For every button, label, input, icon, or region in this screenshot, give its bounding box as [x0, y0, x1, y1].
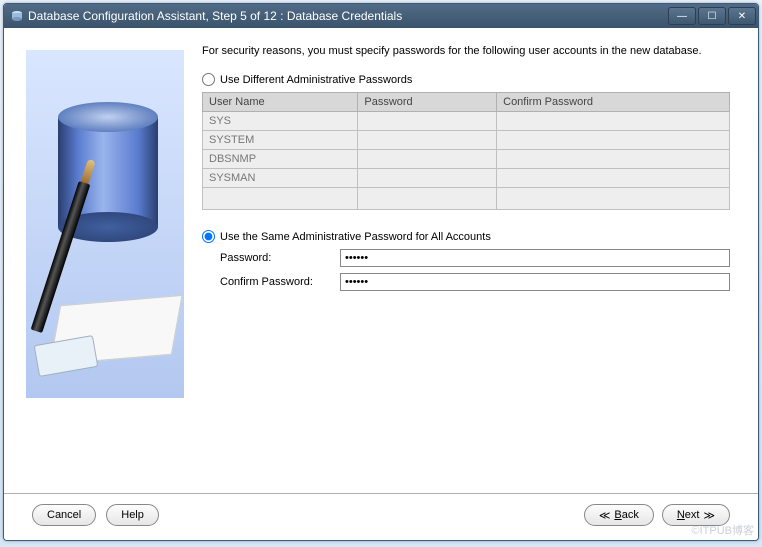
- cell-confirm: [497, 112, 730, 131]
- maximize-button[interactable]: ☐: [698, 7, 726, 25]
- app-icon: [10, 9, 24, 23]
- cell-password: [358, 112, 497, 131]
- table-row: SYSTEM: [203, 131, 730, 150]
- cell-user: SYSMAN: [203, 169, 358, 188]
- cell-user: DBSNMP: [203, 150, 358, 169]
- confirm-password-input[interactable]: [340, 273, 730, 291]
- col-confirm: Confirm Password: [497, 93, 730, 112]
- table-row: DBSNMP: [203, 150, 730, 169]
- chevron-left-icon: ≪: [599, 509, 611, 522]
- option-different-passwords[interactable]: Use Different Administrative Passwords: [202, 73, 730, 86]
- window-controls: — ☐ ✕: [668, 7, 756, 25]
- credentials-table: User Name Password Confirm Password SYS …: [202, 92, 730, 210]
- intro-text: For security reasons, you must specify p…: [202, 44, 730, 59]
- cell-password: [358, 169, 497, 188]
- close-button[interactable]: ✕: [728, 7, 756, 25]
- back-button[interactable]: ≪ Back: [584, 504, 654, 526]
- radio-different[interactable]: [202, 73, 215, 86]
- option-same-label: Use the Same Administrative Password for…: [220, 231, 491, 243]
- option-different-label: Use Different Administrative Passwords: [220, 74, 412, 86]
- dbca-window: Database Configuration Assistant, Step 5…: [3, 3, 759, 541]
- chevron-right-icon: ≫: [703, 509, 715, 522]
- option-same-password[interactable]: Use the Same Administrative Password for…: [202, 230, 730, 243]
- next-button[interactable]: Next ≫: [662, 504, 730, 526]
- cell-confirm: [497, 131, 730, 150]
- password-row: Password:: [220, 249, 730, 267]
- minimize-button[interactable]: —: [668, 7, 696, 25]
- help-button[interactable]: Help: [106, 504, 159, 526]
- content-area: For security reasons, you must specify p…: [4, 28, 758, 493]
- cell-confirm: [497, 169, 730, 188]
- back-label: ack: [622, 509, 639, 521]
- button-bar: Cancel Help ≪ Back Next ≫: [4, 493, 758, 540]
- main-panel: For security reasons, you must specify p…: [202, 42, 730, 493]
- cell-password: [358, 131, 497, 150]
- wizard-banner-image: [26, 50, 184, 398]
- cell-user: SYS: [203, 112, 358, 131]
- cell-confirm: [497, 150, 730, 169]
- next-label: ext: [685, 509, 700, 521]
- confirm-password-label: Confirm Password:: [220, 276, 340, 288]
- table-row: SYSMAN: [203, 169, 730, 188]
- cell-user: SYSTEM: [203, 131, 358, 150]
- radio-same[interactable]: [202, 230, 215, 243]
- password-label: Password:: [220, 252, 340, 264]
- col-user: User Name: [203, 93, 358, 112]
- confirm-password-row: Confirm Password:: [220, 273, 730, 291]
- col-password: Password: [358, 93, 497, 112]
- password-input[interactable]: [340, 249, 730, 267]
- cancel-button[interactable]: Cancel: [32, 504, 96, 526]
- window-title: Database Configuration Assistant, Step 5…: [28, 9, 668, 23]
- table-row: SYS: [203, 112, 730, 131]
- table-row: [203, 188, 730, 210]
- titlebar: Database Configuration Assistant, Step 5…: [4, 4, 758, 28]
- cell-password: [358, 150, 497, 169]
